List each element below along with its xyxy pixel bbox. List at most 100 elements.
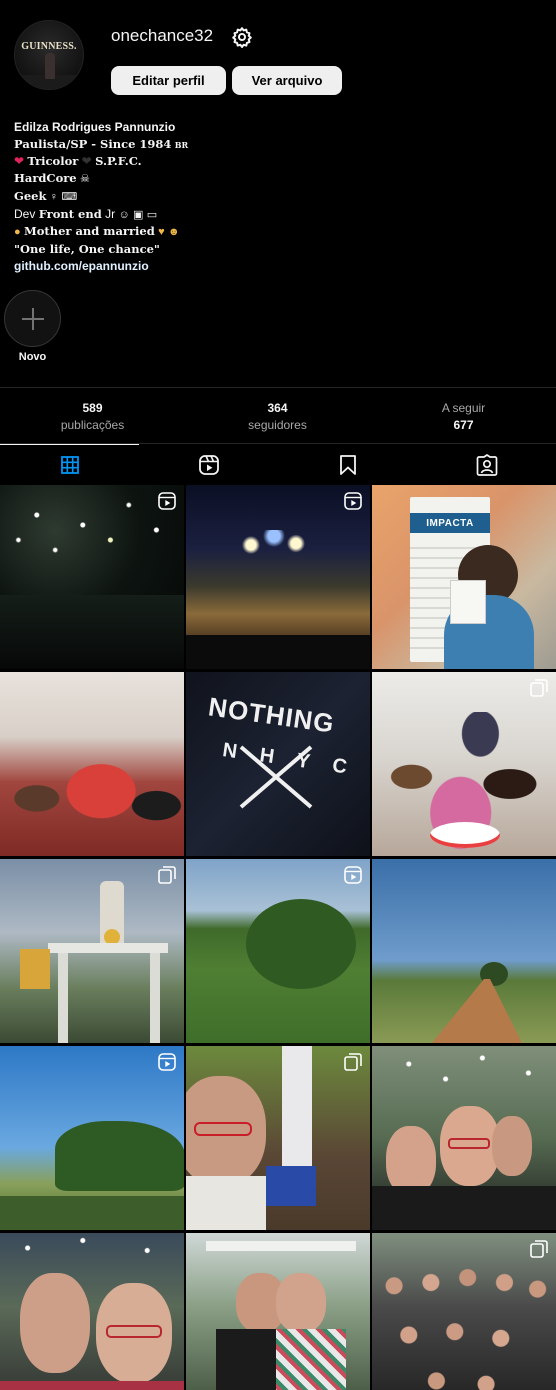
impacta-logo: IMPACTA	[410, 513, 490, 533]
post-thumbnail-concert-lights[interactable]	[0, 485, 184, 669]
bio-team: ❤ Tricolor ❤ S.P.F.C.	[14, 153, 534, 170]
floppy-disk-icon: ▣	[133, 208, 144, 221]
baby-icon: ●	[14, 226, 21, 239]
bio-flag-code: BR	[174, 139, 189, 150]
technologist-icon: ⌨	[61, 190, 78, 203]
woman-icon: ♀	[49, 190, 59, 203]
grass	[0, 1196, 184, 1230]
shirt-text-nothing: NOTHING	[206, 691, 337, 739]
bio-team-club: S.P.F.C.	[95, 154, 142, 169]
blue-crate	[266, 1166, 316, 1206]
black-dress	[216, 1329, 276, 1390]
bookmark-icon	[339, 454, 356, 475]
bio-dev: Dev Front end Jr ☺ ▣ ▭	[14, 206, 534, 224]
face-right	[492, 1116, 532, 1176]
laptop-icon: ▭	[146, 208, 158, 221]
post-thumbnail-selfie-garden[interactable]	[186, 1046, 370, 1230]
post-thumbnail-family-photo[interactable]	[0, 672, 184, 856]
bio-mother: ● Mother and married ♥ ☻	[14, 223, 534, 241]
post-thumbnail-selfie-two-women[interactable]	[0, 1233, 184, 1390]
gear-icon[interactable]	[230, 25, 254, 49]
black-heart-icon: ❤	[81, 154, 92, 169]
view-archive-button[interactable]: Ver arquivo	[232, 66, 342, 95]
tab-tagged[interactable]	[417, 444, 556, 485]
white-shirt	[186, 1176, 266, 1230]
reel-badge-icon	[158, 492, 176, 510]
archway-right-pillar	[150, 953, 160, 1043]
bush	[246, 899, 356, 989]
stat-following[interactable]: A seguir 677	[371, 400, 556, 434]
new-highlight-label: Novo	[18, 351, 47, 363]
post-thumbnail-rodeo-arena[interactable]	[186, 485, 370, 669]
reel-badge-icon	[158, 1053, 176, 1071]
stat-posts[interactable]: 589 publicações	[0, 400, 185, 434]
username: onechance32	[111, 26, 214, 45]
reels-icon	[198, 454, 219, 475]
skull-icon: ☠	[79, 173, 90, 186]
bio-hardcore: HardCore ☠	[14, 170, 534, 188]
tab-reels[interactable]	[139, 444, 278, 485]
bio-team-text: Tricolor	[27, 154, 79, 169]
tree-cluster	[55, 1121, 184, 1191]
bio-dev-b: Front end	[38, 206, 102, 221]
following-count: 677	[453, 418, 474, 432]
red-glasses	[448, 1138, 490, 1149]
reel-badge-icon	[344, 492, 362, 510]
bio-location: Paulista/SP - Since 1984 BR	[14, 136, 534, 154]
post-thumbnail-country-road[interactable]	[372, 859, 556, 1043]
stats-top-divider	[0, 387, 556, 388]
archway-left-pillar	[58, 953, 68, 1043]
bio-quote: "One life, One chance"	[14, 241, 160, 256]
post-thumbnail-christ-statue[interactable]	[0, 859, 184, 1043]
tab-saved[interactable]	[278, 444, 417, 485]
post-thumbnail-green-field[interactable]	[186, 859, 370, 1043]
clothing	[0, 1381, 184, 1390]
string-lights	[372, 1046, 556, 1106]
bio-name: Edilza Rodrigues Pannunzio	[14, 120, 176, 134]
post-thumbnail-group-photo[interactable]	[372, 1233, 556, 1390]
profile-page: GUINNESS. onechance32 Editar perfil Ver …	[0, 0, 556, 1390]
post-thumbnail-birthday[interactable]	[372, 672, 556, 856]
avatar-figure	[45, 53, 55, 79]
black-shirts	[372, 1186, 556, 1230]
grid-icon	[60, 456, 79, 474]
post-thumbnail-two-women-arch[interactable]	[186, 1233, 370, 1390]
post-thumbnail-impacta-sign[interactable]: IMPACTA	[372, 485, 556, 669]
bio-geek: Geek ♀ ⌨	[14, 188, 534, 206]
avatar[interactable]: GUINNESS.	[14, 20, 84, 90]
couple-icon: ♥	[158, 226, 165, 239]
posts-count: 589	[82, 401, 103, 415]
face-left	[20, 1273, 90, 1373]
carousel-badge-icon	[530, 679, 548, 697]
stadium-lights	[226, 530, 326, 560]
carousel-badge-icon	[158, 866, 176, 884]
stat-followers[interactable]: 364 seguidores	[185, 400, 370, 434]
new-highlight-button[interactable]	[4, 290, 61, 347]
bio-location-text: Paulista/SP - Since 1984	[14, 136, 172, 151]
archway-top	[48, 943, 168, 953]
bio-link[interactable]: github.com/epannunzio	[14, 258, 534, 275]
post-thumbnail-sky-trees[interactable]	[0, 1046, 184, 1230]
church	[20, 949, 50, 989]
posts-label: publicações	[60, 418, 125, 432]
followers-count: 364	[267, 401, 288, 415]
audience-silhouette	[186, 635, 370, 669]
avatar-brand-text: GUINNESS.	[21, 41, 77, 52]
string-lights	[0, 1233, 184, 1283]
tab-posts[interactable]	[0, 444, 139, 485]
red-glasses	[106, 1325, 162, 1338]
floral-dress	[276, 1329, 346, 1390]
bio-hardcore-text: HardCore	[14, 171, 77, 186]
face-right	[276, 1273, 326, 1333]
alien-monster-icon: ☺	[118, 208, 130, 221]
bio-dev-c: Jr	[105, 206, 116, 221]
following-label: A seguir	[441, 401, 486, 415]
bio-geek-text: Geek	[14, 188, 47, 203]
post-thumbnail-selfie-lights[interactable]	[372, 1046, 556, 1230]
bio-mother-text: Mother and married	[24, 224, 155, 239]
arch-top	[206, 1241, 356, 1251]
post-thumbnail-nothing-shirt[interactable]: NOTHING N H Y C	[186, 672, 370, 856]
tagged-icon	[476, 453, 497, 476]
red-heart-icon: ❤	[14, 154, 25, 169]
edit-profile-button[interactable]: Editar perfil	[111, 66, 226, 95]
